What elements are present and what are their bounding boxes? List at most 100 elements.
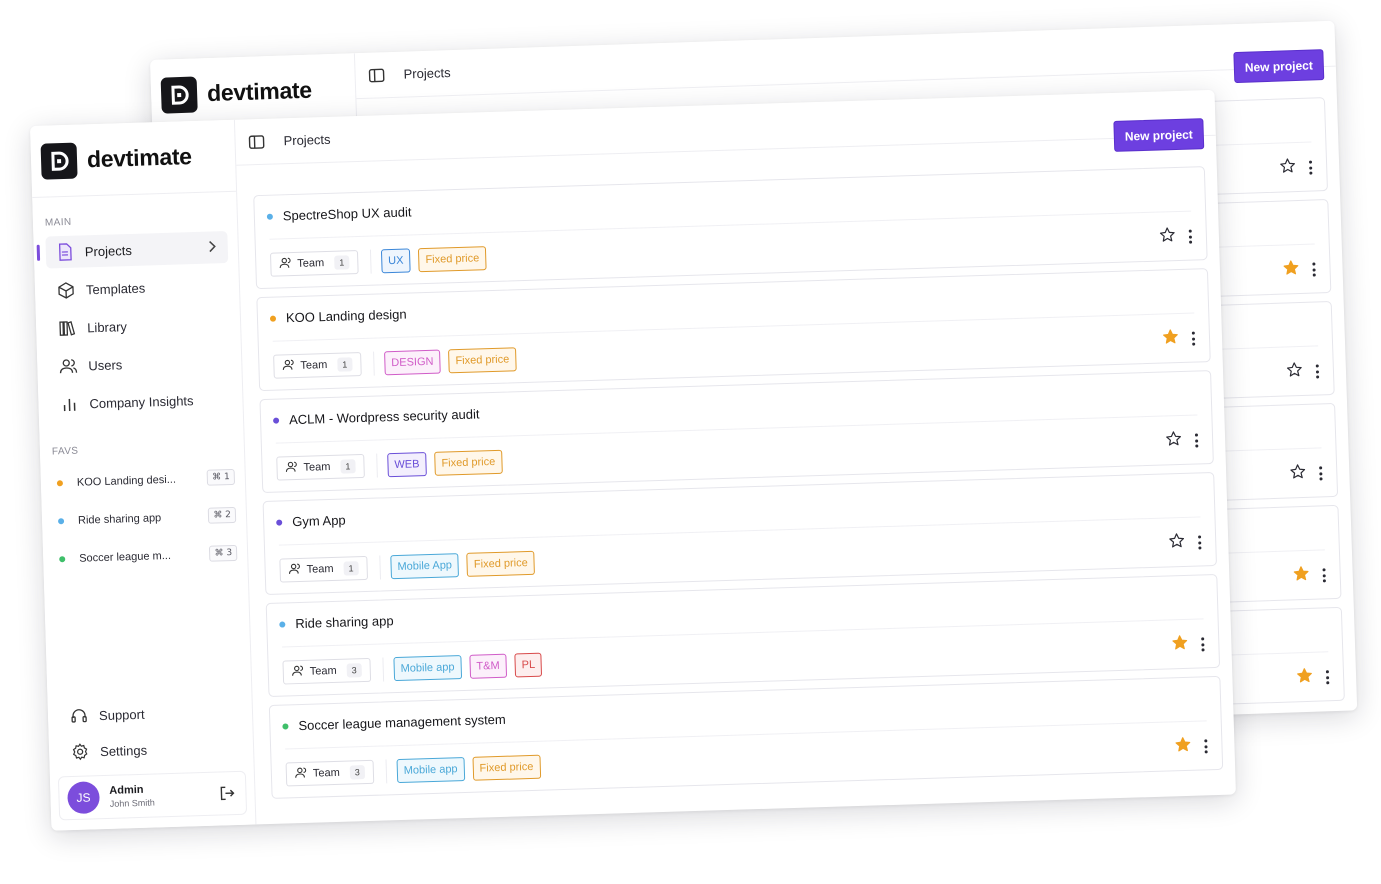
bar-chart-icon xyxy=(60,395,79,414)
sidebar-toggle-icon[interactable] xyxy=(367,66,386,85)
user-card[interactable]: JS Admin John Smith xyxy=(57,770,248,821)
sidebar-item-label: Templates xyxy=(85,280,146,297)
star-icon[interactable] xyxy=(1279,157,1309,180)
more-options-icon[interactable] xyxy=(1188,229,1192,244)
star-filled-icon[interactable] xyxy=(1171,634,1201,657)
sidebar-item-projects[interactable]: Projects xyxy=(45,231,229,269)
card-actions xyxy=(1286,360,1320,383)
fav-shortcut: ⌘ 2 xyxy=(208,506,237,524)
project-status-dot xyxy=(276,518,283,526)
star-icon[interactable] xyxy=(1159,226,1189,249)
more-options-icon[interactable] xyxy=(1194,433,1198,448)
project-status-dot xyxy=(266,213,273,220)
project-tag: DESIGN xyxy=(383,349,441,376)
fav-dot xyxy=(59,556,66,563)
star-icon[interactable] xyxy=(1289,462,1319,485)
project-card[interactable]: KOO Landing design Team 1 DESIGN Fixed price xyxy=(256,268,1211,392)
more-options-icon[interactable] xyxy=(1322,568,1326,583)
fav-item[interactable]: Ride sharing app ⌘ 2 xyxy=(57,504,237,533)
back-new-project-button[interactable]: New project xyxy=(1233,49,1325,84)
more-options-icon[interactable] xyxy=(1197,535,1201,550)
team-icon xyxy=(282,358,300,375)
fav-item[interactable]: KOO Landing desi... ⌘ 1 xyxy=(56,466,236,495)
more-options-icon[interactable] xyxy=(1308,160,1312,175)
project-tag: Mobile app xyxy=(393,655,462,682)
sidebar-item-users[interactable]: Users xyxy=(49,345,232,383)
card-actions xyxy=(1282,258,1316,281)
logout-icon[interactable] xyxy=(219,785,236,806)
project-title: Gym App xyxy=(276,513,346,530)
divider xyxy=(382,657,385,682)
project-card[interactable]: ACLM - Wordpress security audit Team 1 WEB F… xyxy=(259,370,1214,494)
project-status-dot xyxy=(273,417,280,424)
brand: devtimate xyxy=(30,119,237,198)
settings-link[interactable]: Settings xyxy=(49,728,254,770)
sidebar-item-company-insights[interactable]: Company Insights xyxy=(50,383,233,421)
team-label: Team xyxy=(312,766,340,780)
fav-item[interactable]: Soccer league m... ⌘ 3 xyxy=(59,542,238,571)
divider xyxy=(372,351,375,376)
card-actions xyxy=(1162,328,1196,351)
project-card[interactable]: Soccer league management system Team 3 Mobi… xyxy=(268,675,1224,799)
sidebar-item-label: Projects xyxy=(84,242,133,259)
more-options-icon[interactable] xyxy=(1200,637,1205,652)
support-link[interactable]: Support xyxy=(47,693,252,735)
card-actions xyxy=(1159,226,1193,249)
breadcrumb: Projects xyxy=(283,131,331,149)
star-icon[interactable] xyxy=(1165,430,1195,453)
star-filled-icon[interactable] xyxy=(1174,735,1204,758)
project-card[interactable]: Gym App Team 1 Mobile App Fixed price xyxy=(262,472,1217,596)
project-title-text: KOO Landing design xyxy=(285,306,407,326)
star-icon[interactable] xyxy=(1286,361,1316,384)
project-tag: PL xyxy=(514,652,543,678)
project-title: KOO Landing design xyxy=(269,306,407,326)
project-tag: Fixed price xyxy=(466,550,536,577)
more-options-icon[interactable] xyxy=(1318,466,1323,481)
star-filled-icon[interactable] xyxy=(1296,666,1326,689)
new-project-button[interactable]: New project xyxy=(1113,118,1205,152)
sidebar: devtimate MAIN Projects Templates Librar… xyxy=(30,119,257,831)
sidebar-item-templates[interactable]: Templates xyxy=(47,269,230,307)
fav-shortcut: ⌘ 3 xyxy=(209,544,238,562)
project-title-text: Gym App xyxy=(291,512,346,530)
team-count: 3 xyxy=(346,663,362,678)
card-actions xyxy=(1289,462,1323,485)
fav-item-label: KOO Landing desi... xyxy=(76,473,177,489)
team-button[interactable]: Team 1 xyxy=(273,351,362,379)
fav-shortcut: ⌘ 1 xyxy=(206,468,236,486)
star-icon[interactable] xyxy=(1168,532,1198,555)
brand-name: devtimate xyxy=(86,143,193,173)
team-count: 1 xyxy=(337,357,353,372)
team-label: Team xyxy=(303,460,331,474)
gear-icon xyxy=(71,742,90,761)
project-tags: Team 1 WEB Fixed price xyxy=(276,449,510,481)
more-options-icon[interactable] xyxy=(1311,262,1316,277)
team-button[interactable]: Team 1 xyxy=(279,555,368,583)
team-button[interactable]: Team 1 xyxy=(269,250,359,277)
card-actions xyxy=(1168,531,1202,554)
more-options-icon[interactable] xyxy=(1315,364,1319,379)
card-divider xyxy=(282,618,1204,648)
project-card[interactable]: Ride sharing app Team 3 Mobile app T&M PL xyxy=(265,573,1221,697)
star-filled-icon[interactable] xyxy=(1162,328,1192,351)
star-filled-icon[interactable] xyxy=(1292,564,1322,587)
team-button[interactable]: Team 3 xyxy=(285,759,375,787)
star-filled-icon[interactable] xyxy=(1282,259,1312,282)
team-icon xyxy=(288,562,306,579)
project-status-dot xyxy=(269,315,277,322)
more-options-icon[interactable] xyxy=(1203,739,1208,754)
app-window: devtimate MAIN Projects Templates Librar… xyxy=(30,89,1236,831)
headset-icon xyxy=(70,707,89,726)
project-title: ACLM - Wordpress security audit xyxy=(273,406,480,427)
sidebar-item-library[interactable]: Library xyxy=(48,307,231,345)
sidebar-toggle-icon[interactable] xyxy=(247,132,266,151)
more-options-icon[interactable] xyxy=(1325,670,1329,685)
fav-dot xyxy=(57,518,65,525)
team-button[interactable]: Team 1 xyxy=(276,453,365,481)
project-tags: Team 3 Mobile app Fixed price xyxy=(285,754,549,787)
project-title-text: Soccer league management system xyxy=(298,711,506,734)
team-button[interactable]: Team 3 xyxy=(282,657,372,685)
more-options-icon[interactable] xyxy=(1191,331,1195,346)
project-card[interactable]: SpectreShop UX audit Team 1 UX Fixed price xyxy=(253,166,1208,290)
team-icon xyxy=(285,460,303,477)
